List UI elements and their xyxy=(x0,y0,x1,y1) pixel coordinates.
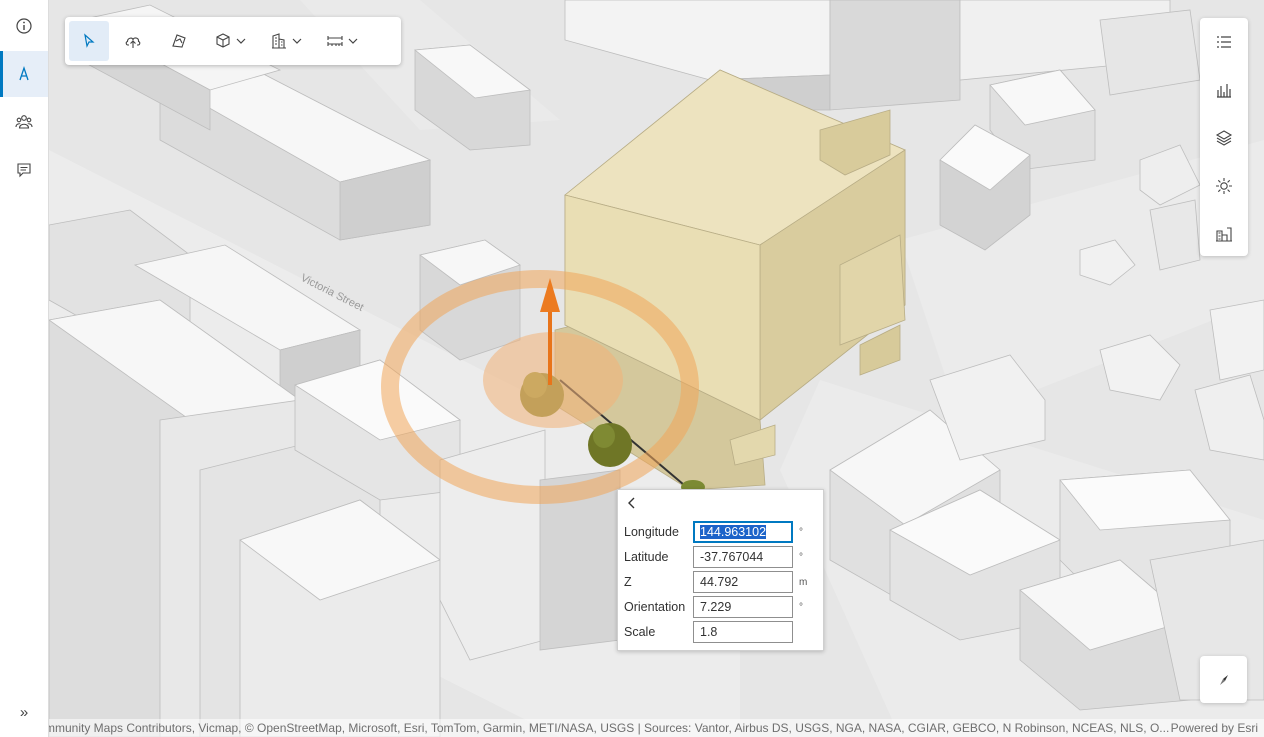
attribution-text[interactable]: mmunity Maps Contributors, Vicmap, © Ope… xyxy=(49,719,1169,737)
statistics-button[interactable] xyxy=(1200,210,1248,258)
latitude-input[interactable] xyxy=(693,546,793,568)
longitude-row: Longitude 144.963102 ° xyxy=(624,521,820,543)
z-label: Z xyxy=(624,575,632,589)
transform-tool-button[interactable] xyxy=(157,21,201,61)
chevron-left-icon xyxy=(628,497,635,509)
left-rail xyxy=(0,0,49,737)
z-row: Z m xyxy=(624,571,820,593)
list-icon xyxy=(1217,36,1231,48)
legend-button[interactable] xyxy=(1200,18,1248,66)
building-stats-icon xyxy=(1216,227,1232,242)
measure-dropdown-button[interactable] xyxy=(315,21,369,61)
longitude-unit: ° xyxy=(799,526,803,538)
pen-edit-icon xyxy=(19,65,29,81)
latitude-row: Latitude ° xyxy=(624,546,820,568)
people-icon xyxy=(15,115,33,129)
chevron-down-icon xyxy=(348,38,358,44)
select-pointer-icon xyxy=(84,33,95,48)
z-input[interactable] xyxy=(693,571,793,593)
sun-icon xyxy=(1216,178,1232,194)
building-dropdown-button[interactable] xyxy=(259,21,313,61)
longitude-input[interactable]: 144.963102 xyxy=(693,521,793,543)
right-panel xyxy=(1200,18,1248,256)
measure-icon xyxy=(327,36,343,46)
orientation-unit: ° xyxy=(799,601,803,613)
building-icon xyxy=(272,33,286,49)
select-tool-button[interactable] xyxy=(69,21,109,61)
daylight-button[interactable] xyxy=(1200,162,1248,210)
upload-button[interactable] xyxy=(111,21,155,61)
collaborate-button[interactable] xyxy=(0,99,48,145)
orientation-input[interactable] xyxy=(693,596,793,618)
longitude-label: Longitude xyxy=(624,525,679,539)
info-icon xyxy=(16,18,32,34)
editing-toolbar xyxy=(65,17,401,65)
comments-button[interactable] xyxy=(0,147,48,193)
layers-button[interactable] xyxy=(1200,114,1248,162)
layers-icon xyxy=(1215,130,1233,146)
back-button[interactable] xyxy=(624,495,640,511)
edit-button[interactable] xyxy=(0,51,48,97)
location-editor-popup: Longitude 144.963102 ° Latitude ° Z m Or… xyxy=(617,489,824,651)
powered-by-link[interactable]: Powered by Esri xyxy=(1171,719,1258,737)
scale-input[interactable] xyxy=(693,621,793,643)
chevron-down-icon xyxy=(292,38,302,44)
chart-button[interactable] xyxy=(1200,66,1248,114)
collapse-rail-button[interactable]: » xyxy=(0,698,48,726)
chevron-down-icon xyxy=(236,38,246,44)
transform-icon xyxy=(172,34,186,48)
scale-row: Scale xyxy=(624,621,820,643)
compass-button[interactable] xyxy=(1200,656,1247,703)
attribution-bar: mmunity Maps Contributors, Vicmap, © Ope… xyxy=(49,719,1264,737)
latitude-unit: ° xyxy=(799,551,803,563)
upload-cloud-icon xyxy=(125,37,141,48)
compass-icon xyxy=(1219,674,1228,685)
comment-icon xyxy=(17,163,31,178)
orientation-label: Orientation xyxy=(624,600,686,614)
orientation-row: Orientation ° xyxy=(624,596,820,618)
z-unit: m xyxy=(799,576,808,588)
scale-label: Scale xyxy=(624,625,656,639)
latitude-label: Latitude xyxy=(624,550,669,564)
cube-icon xyxy=(216,33,230,48)
info-button[interactable] xyxy=(0,3,48,49)
chart-icon xyxy=(1217,84,1231,98)
shape-dropdown-button[interactable] xyxy=(203,21,257,61)
